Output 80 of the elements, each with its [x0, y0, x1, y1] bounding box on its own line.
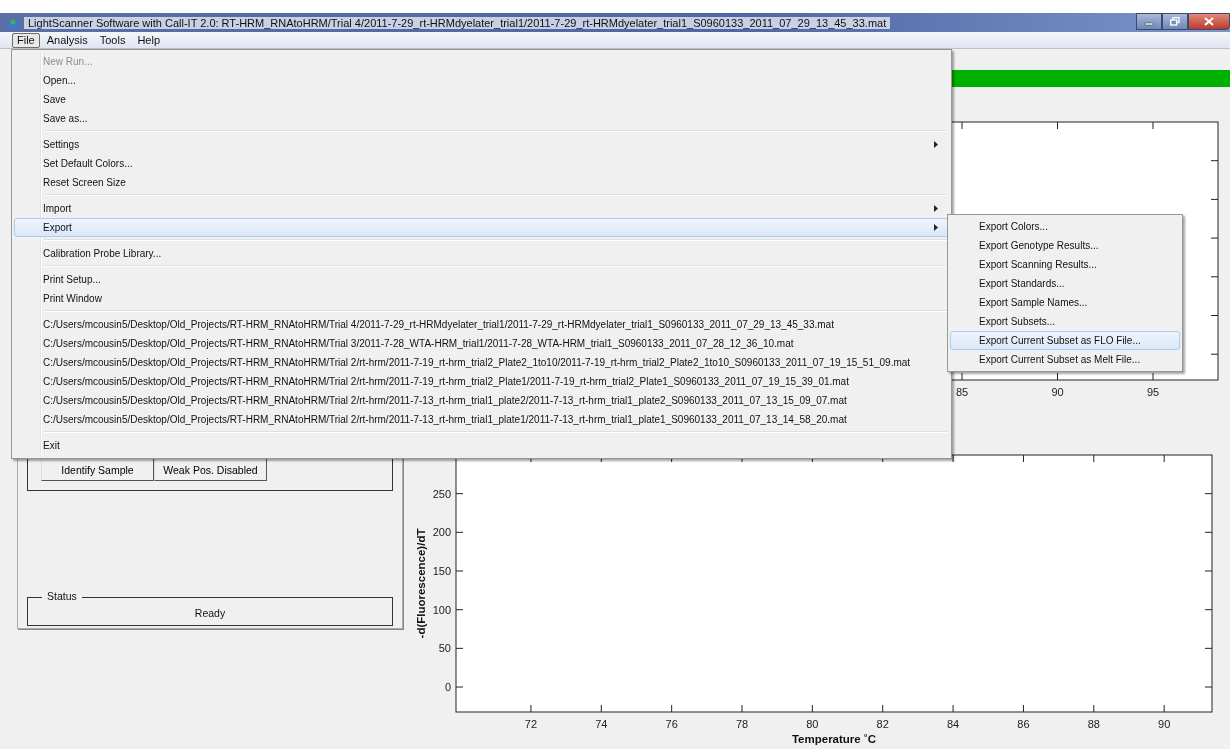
tick-label: 200 — [432, 526, 451, 539]
menu-item-label: Print Window — [43, 293, 102, 304]
menu-item-label: C:/Users/mcousin5/Desktop/Old_Projects/RT-HRM_RNAtoHRM/Trial 4/2011-7-29_rt-HRMdyelater_trial1/2011-7-29_rt-HRMdyelater_trial1_S0960133_2011_07_29_13_45_33.mat — [43, 319, 834, 330]
tick-label: 74 — [595, 717, 608, 730]
menu-item[interactable]: Open... — [14, 71, 949, 90]
menu-item[interactable]: Export Colors... — [950, 217, 1180, 236]
menu-item[interactable]: File — [12, 32, 40, 48]
menu-item-label: Import — [43, 203, 72, 214]
menu-item[interactable]: Export Current Subset as Melt File... — [950, 350, 1180, 369]
close-button[interactable] — [1188, 13, 1230, 30]
menu-item[interactable]: Tools — [94, 32, 131, 48]
menu-item[interactable]: Export — [14, 218, 949, 237]
menu-item-label: New Run... — [43, 56, 93, 67]
tick-label: 78 — [735, 717, 749, 730]
menu-item[interactable]: Print Window — [14, 289, 949, 308]
tick-label: 95 — [1146, 385, 1160, 398]
tick-label: 250 — [432, 487, 451, 500]
status-title: Status — [42, 590, 82, 602]
menu-item-label: Exit — [43, 440, 60, 451]
status-text: Ready — [194, 606, 226, 619]
menu-item[interactable]: Settings — [14, 135, 949, 154]
menu-item-label: Save as... — [43, 113, 88, 124]
menu-item[interactable]: Export Current Subset as FLO File... — [950, 331, 1180, 350]
menu-item[interactable]: Analysis — [41, 32, 93, 48]
menu-item-label: C:/Users/mcousin5/Desktop/Old_Projects/RT-HRM_RNAtoHRM/Trial 2/rt-hrm/2011-7-13_rt-hrm_trial1_plate1/2011-7-13_rt-hrm_trial1_plate1_S0960133_2011_07_13_14_58_20.mat — [43, 414, 847, 425]
menu-item[interactable]: C:/Users/mcousin5/Desktop/Old_Projects/RT-HRM_RNAtoHRM/Trial 2/rt-hrm/2011-7-19_rt-hrm_trial2_Plate2_1to10/2011-7-19_rt-hrm_trial2_Plate2_1to10_S0960133_2011_07_19_15_51_09.mat — [14, 353, 949, 372]
menu-item[interactable]: Export Scanning Results... — [950, 255, 1180, 274]
axis-title: Temperature ˚C — [791, 732, 877, 745]
menu-item-label: Set Default Colors... — [43, 158, 133, 169]
menu-item-label: C:/Users/mcousin5/Desktop/Old_Projects/RT-HRM_RNAtoHRM/Trial 3/2011-7-28_WTA-HRM_trial1/2011-7-28_WTA-HRM_trial1_S0960133_2011_07_28_12_36_10.mat — [43, 338, 794, 349]
axis-title: -d(Fluorescence)/dT — [415, 528, 427, 639]
menu-item[interactable]: Save — [14, 90, 949, 109]
tick-label: 76 — [665, 717, 678, 730]
menu-item[interactable]: C:/Users/mcousin5/Desktop/Old_Projects/RT-HRM_RNAtoHRM/Trial 2/rt-hrm/2011-7-13_rt-hrm_trial1_plate1/2011-7-13_rt-hrm_trial1_plate1_S0960133_2011_07_13_14_58_20.mat — [14, 410, 949, 429]
menu-item[interactable]: Import — [14, 199, 949, 218]
tick-label: 88 — [1087, 717, 1100, 730]
tick-label: 84 — [946, 717, 960, 730]
menu-item[interactable]: C:/Users/mcousin5/Desktop/Old_Projects/RT-HRM_RNAtoHRM/Trial 3/2011-7-28_WTA-HRM_trial1/2011-7-28_WTA-HRM_trial1_S0960133_2011_07_28_12_36_10.mat — [14, 334, 949, 353]
minimize-button[interactable] — [1136, 13, 1162, 30]
menu-item[interactable]: Help — [132, 32, 165, 48]
menu-item-label: Reset Screen Size — [43, 177, 126, 188]
menu-item[interactable]: Reset Screen Size — [14, 173, 949, 192]
tick-label: 90 — [1051, 385, 1064, 398]
menu-item[interactable]: C:/Users/mcousin5/Desktop/Old_Projects/RT-HRM_RNAtoHRM/Trial 2/rt-hrm/2011-7-19_rt-hrm_trial2_Plate1/2011-7-19_rt-hrm_trial2_Plate1_S0960133_2011_07_19_15_39_01.mat — [14, 372, 949, 391]
tick-label: 85 — [955, 385, 969, 398]
menu-item[interactable]: Set Default Colors... — [14, 154, 949, 173]
menu-item-label: C:/Users/mcousin5/Desktop/Old_Projects/RT-HRM_RNAtoHRM/Trial 2/rt-hrm/2011-7-13_rt-hrm_trial1_plate2/2011-7-13_rt-hrm_trial1_plate2_S0960133_2011_07_13_15_09_07.mat — [43, 395, 847, 406]
window-title: LightScanner Software with Call-IT 2.0: RT-HRM_RNAtoHRM/Trial 4/2011-7-29_rt-HRMdyelater_trial1/2011-7-29_rt-HRMdyelater_trial1_S0960133_2011_07_29_13_45_33.mat — [24, 16, 891, 29]
tick-label: 86 — [1017, 717, 1030, 730]
menu-item-label: Save — [43, 94, 66, 105]
menu-item-label: Calibration Probe Library... — [43, 248, 162, 259]
tick-label: 72 — [524, 717, 538, 730]
menu-item[interactable]: Export Genotype Results... — [950, 236, 1180, 255]
tick-label: 150 — [432, 565, 451, 577]
restore-button[interactable] — [1162, 13, 1188, 30]
menu-item[interactable]: Calibration Probe Library... — [14, 244, 949, 263]
menu-item[interactable]: Export Standards... — [950, 274, 1180, 293]
tick-label: 80 — [806, 717, 819, 730]
restore-icon — [1170, 17, 1180, 26]
menu-item[interactable]: Exit — [14, 436, 949, 455]
tick-label: 0 — [444, 681, 451, 693]
panel-button[interactable]: Weak Pos. Disabled — [154, 458, 267, 481]
menu-item-label: Print Setup... — [43, 274, 101, 285]
menu-item[interactable]: Save as... — [14, 109, 949, 128]
menu-item[interactable]: Print Setup... — [14, 270, 949, 289]
menu-item[interactable]: Export Sample Names... — [950, 293, 1180, 312]
menu-item-label: C:/Users/mcousin5/Desktop/Old_Projects/RT-HRM_RNAtoHRM/Trial 2/rt-hrm/2011-7-19_rt-hrm_trial2_Plate1/2011-7-19_rt-hrm_trial2_Plate1_S0960133_2011_07_19_15_39_01.mat — [43, 376, 849, 387]
tick-label: 82 — [876, 717, 889, 730]
menu-item[interactable]: C:/Users/mcousin5/Desktop/Old_Projects/RT-HRM_RNAtoHRM/Trial 4/2011-7-29_rt-HRMdyelater_trial1/2011-7-29_rt-HRMdyelater_trial1_S0960133_2011_07_29_13_45_33.mat — [14, 315, 949, 334]
menu-item-label: Settings — [43, 139, 80, 150]
tick-label: 90 — [1158, 717, 1171, 730]
menu-item[interactable]: Export Subsets... — [950, 312, 1180, 331]
menu-item-label: Export — [43, 222, 72, 233]
tick-label: 100 — [432, 603, 451, 616]
menu-item-label: Open... — [43, 75, 76, 86]
close-icon — [1204, 17, 1214, 26]
panel-button[interactable]: Identify Sample — [41, 458, 154, 481]
menu-item[interactable]: C:/Users/mcousin5/Desktop/Old_Projects/RT-HRM_RNAtoHRM/Trial 2/rt-hrm/2011-7-13_rt-hrm_trial1_plate2/2011-7-13_rt-hrm_trial1_plate2_S0960133_2011_07_13_15_09_07.mat — [14, 391, 949, 410]
tick-label: 50 — [438, 642, 451, 655]
menu-item-label: C:/Users/mcousin5/Desktop/Old_Projects/RT-HRM_RNAtoHRM/Trial 2/rt-hrm/2011-7-19_rt-hrm_trial2_Plate2_1to10/2011-7-19_rt-hrm_trial2_Plate2_1to10_S0960133_2011_07_19_15_51_09.mat — [43, 357, 911, 368]
